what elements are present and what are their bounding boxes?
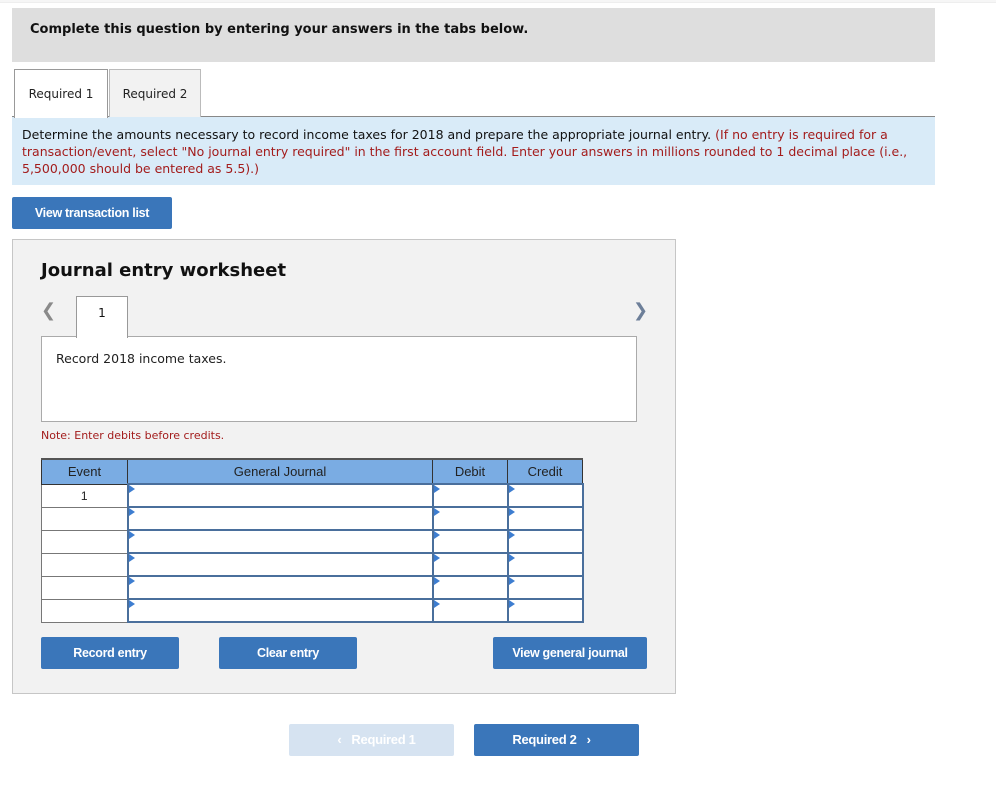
chevron-left-icon: ‹ — [337, 732, 342, 747]
view-transaction-list-button[interactable]: View transaction list — [12, 197, 172, 229]
account-input[interactable] — [126, 529, 434, 554]
worksheet-title: Journal entry worksheet — [41, 260, 287, 281]
column-header-credit: Credit — [507, 458, 583, 485]
debit-input[interactable] — [431, 529, 509, 554]
debits-note: Note: Enter debits before credits. — [41, 429, 225, 442]
event-cell — [41, 529, 128, 554]
table-row — [41, 506, 584, 531]
entry-description: Record 2018 income taxes. — [41, 336, 637, 422]
clear-entry-button[interactable]: Clear entry — [219, 637, 357, 669]
input-flag-icon — [508, 554, 515, 562]
debit-input[interactable] — [431, 598, 509, 623]
input-flag-icon — [508, 508, 515, 516]
credit-input[interactable] — [506, 483, 584, 508]
column-header-debit: Debit — [432, 458, 508, 485]
account-input[interactable] — [126, 575, 434, 600]
journal-header-row: Event General Journal Debit Credit — [41, 458, 583, 485]
column-header-event: Event — [41, 458, 128, 485]
credit-input[interactable] — [506, 575, 584, 600]
tab-required-2[interactable]: Required 2 — [109, 69, 201, 117]
instructions-box: Determine the amounts necessary to recor… — [12, 117, 935, 185]
chevron-right-icon[interactable]: ❯ — [633, 300, 648, 321]
debit-input[interactable] — [431, 575, 509, 600]
question-header: Complete this question by entering your … — [12, 8, 935, 62]
table-row: 1 — [41, 483, 584, 508]
account-input[interactable] — [126, 598, 434, 623]
prev-required-label: Required 1 — [351, 732, 416, 747]
next-required-label: Required 2 — [512, 732, 577, 747]
next-required-button[interactable]: Required 2 › — [474, 724, 639, 756]
chevron-right-icon: › — [586, 732, 591, 747]
input-flag-icon — [508, 577, 515, 585]
event-cell: 1 — [41, 483, 128, 508]
input-flag-icon — [508, 485, 515, 493]
dropdown-flag-icon — [128, 508, 135, 516]
input-flag-icon — [433, 554, 440, 562]
entry-description-text: Record 2018 income taxes. — [56, 351, 227, 366]
dropdown-flag-icon — [128, 577, 135, 585]
dropdown-flag-icon — [128, 600, 135, 608]
dropdown-flag-icon — [128, 485, 135, 493]
debit-input[interactable] — [431, 506, 509, 531]
dropdown-flag-icon — [128, 531, 135, 539]
account-input[interactable] — [126, 483, 434, 508]
table-row — [41, 529, 584, 554]
input-flag-icon — [433, 508, 440, 516]
credit-input[interactable] — [506, 529, 584, 554]
input-flag-icon — [433, 577, 440, 585]
question-title: Complete this question by entering your … — [30, 22, 529, 37]
dropdown-flag-icon — [128, 554, 135, 562]
credit-input[interactable] — [506, 552, 584, 577]
event-cell — [41, 552, 128, 577]
account-input[interactable] — [126, 552, 434, 577]
credit-input[interactable] — [506, 598, 584, 623]
top-border — [0, 0, 996, 3]
input-flag-icon — [433, 531, 440, 539]
column-header-general-journal: General Journal — [127, 458, 433, 485]
event-cell — [41, 506, 128, 531]
tab-required-1[interactable]: Required 1 — [14, 69, 108, 118]
table-row — [41, 575, 584, 600]
view-general-journal-button[interactable]: View general journal — [493, 637, 647, 669]
record-entry-button[interactable]: Record entry — [41, 637, 179, 669]
event-cell — [41, 598, 128, 623]
debit-input[interactable] — [431, 552, 509, 577]
input-flag-icon — [433, 485, 440, 493]
input-flag-icon — [508, 600, 515, 608]
debit-input[interactable] — [431, 483, 509, 508]
instructions-text: Determine the amounts necessary to recor… — [22, 127, 712, 142]
journal-entry-worksheet: Journal entry worksheet ❮ 1 ❯ Record 201… — [12, 239, 676, 694]
journal-table: Event General Journal Debit Credit 1 — [41, 458, 584, 623]
prev-required-button: ‹ Required 1 — [289, 724, 454, 756]
credit-input[interactable] — [506, 506, 584, 531]
input-flag-icon — [433, 600, 440, 608]
entry-tab-1[interactable]: 1 — [76, 296, 128, 338]
table-row — [41, 552, 584, 577]
chevron-left-icon[interactable]: ❮ — [41, 300, 56, 321]
account-input[interactable] — [126, 506, 434, 531]
event-cell — [41, 575, 128, 600]
table-row — [41, 598, 584, 623]
required-tabs: Required 1 Required 2 — [12, 69, 935, 118]
input-flag-icon — [508, 531, 515, 539]
